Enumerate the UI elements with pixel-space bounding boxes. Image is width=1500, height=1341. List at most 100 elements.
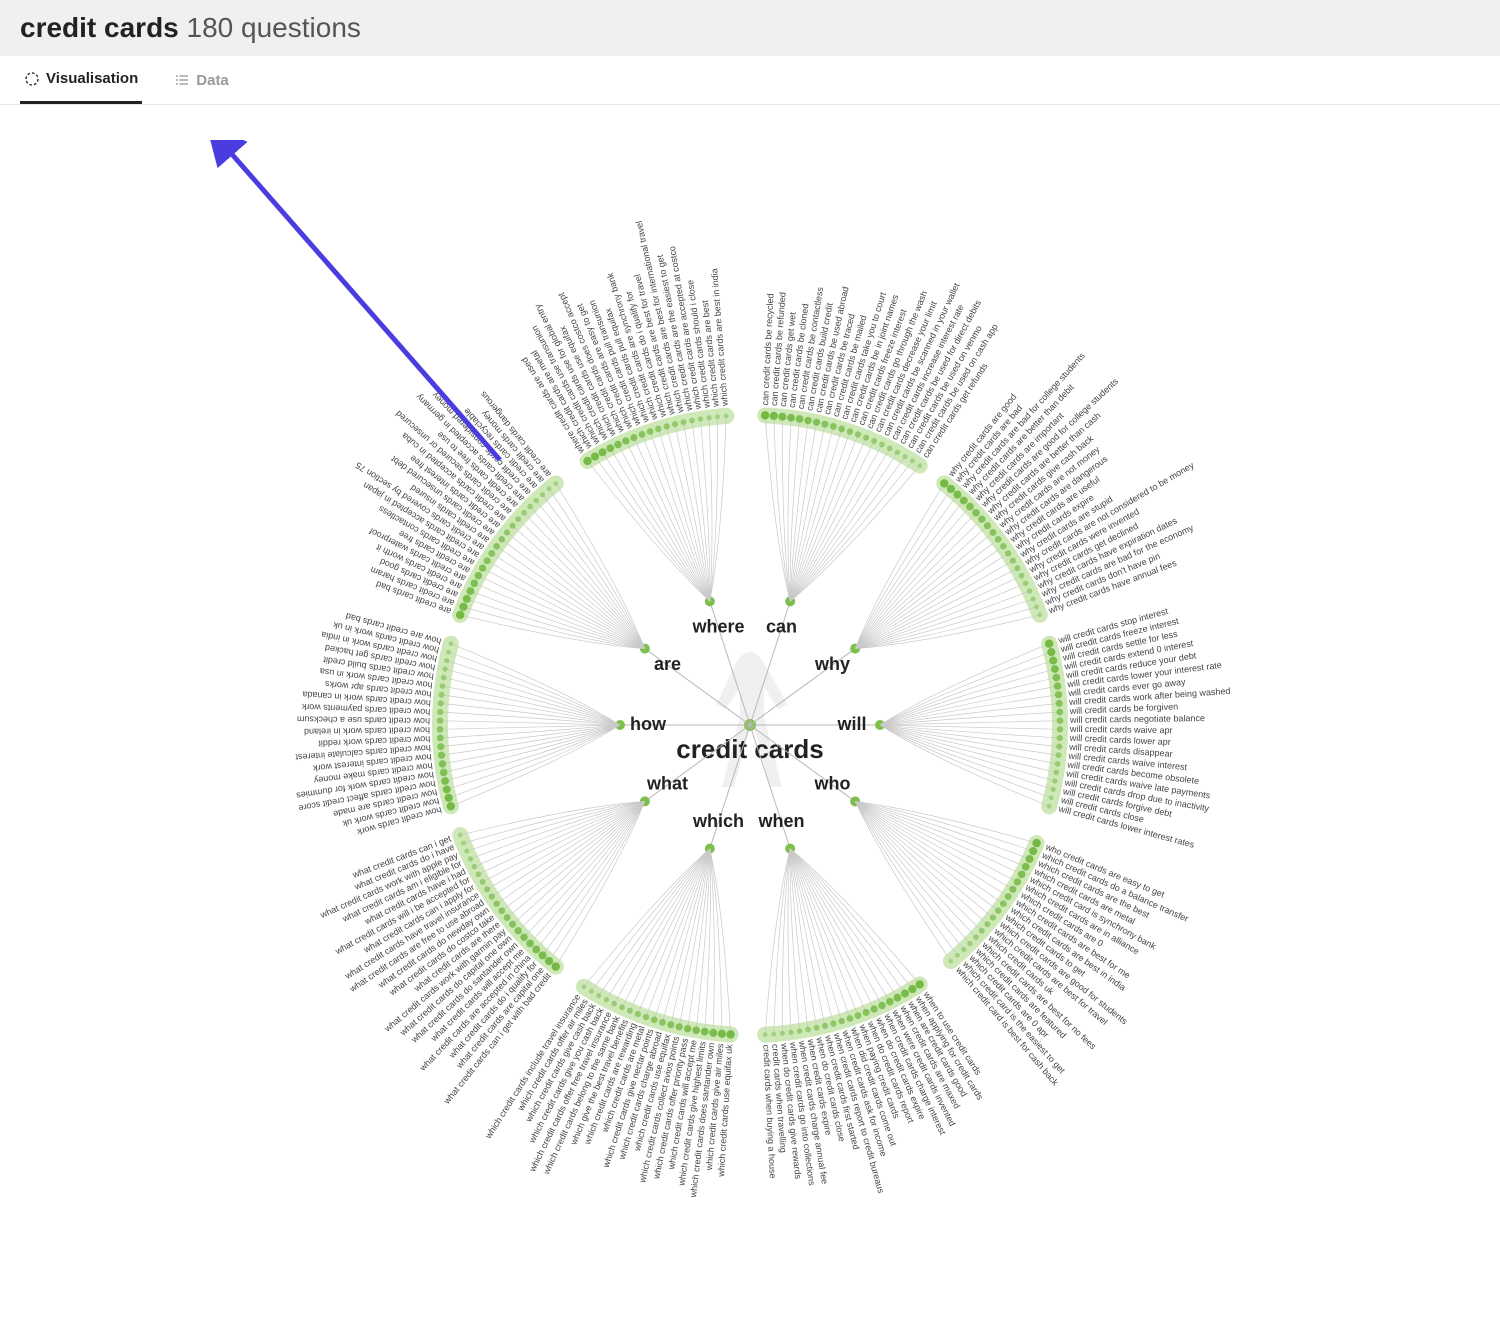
- leaf-node[interactable]: [947, 485, 955, 493]
- leaf-node[interactable]: [643, 1014, 649, 1020]
- leaf-node[interactable]: [475, 572, 482, 579]
- leaf-node[interactable]: [456, 611, 464, 619]
- leaf-node[interactable]: [973, 934, 979, 940]
- leaf-node[interactable]: [1049, 795, 1054, 800]
- leaf-node[interactable]: [467, 587, 475, 595]
- leaf-node[interactable]: [444, 658, 449, 663]
- leaf-node[interactable]: [627, 1008, 633, 1014]
- leaf-node[interactable]: [604, 997, 609, 1002]
- leaf-node[interactable]: [1055, 761, 1061, 767]
- leaf-node[interactable]: [706, 415, 711, 420]
- leaf-node[interactable]: [439, 760, 446, 767]
- leaf-node[interactable]: [830, 1020, 836, 1026]
- leaf-node[interactable]: [606, 444, 614, 452]
- leaf-node[interactable]: [1055, 691, 1062, 698]
- leaf-node[interactable]: [887, 446, 893, 452]
- leaf-node[interactable]: [863, 435, 869, 441]
- tab-visualisation[interactable]: Visualisation: [20, 56, 142, 104]
- leaf-node[interactable]: [484, 557, 491, 564]
- leaf-node[interactable]: [638, 431, 645, 438]
- leaf-node[interactable]: [463, 595, 471, 603]
- leaf-node[interactable]: [484, 886, 490, 892]
- leaf-node[interactable]: [439, 692, 445, 698]
- leaf-node[interactable]: [534, 498, 539, 503]
- leaf-node[interactable]: [438, 700, 444, 706]
- leaf-node[interactable]: [651, 1017, 658, 1024]
- leaf-node[interactable]: [830, 423, 837, 430]
- leaf-node[interactable]: [966, 503, 974, 511]
- leaf-node[interactable]: [468, 856, 473, 861]
- leaf-node[interactable]: [916, 980, 924, 988]
- leaf-node[interactable]: [647, 428, 654, 435]
- leaf-node[interactable]: [667, 1021, 674, 1028]
- leaf-node[interactable]: [995, 536, 1002, 543]
- leaf-node[interactable]: [438, 752, 445, 759]
- leaf-node[interactable]: [1014, 565, 1020, 571]
- leaf-node[interactable]: [581, 984, 586, 989]
- leaf-node[interactable]: [663, 423, 669, 429]
- leaf-node[interactable]: [545, 957, 553, 965]
- leaf-node[interactable]: [770, 412, 778, 420]
- leaf-node[interactable]: [1052, 778, 1057, 783]
- leaf-node[interactable]: [521, 510, 527, 516]
- leaf-node[interactable]: [461, 841, 466, 846]
- leaf-node[interactable]: [437, 743, 444, 750]
- leaf-node[interactable]: [440, 769, 448, 777]
- leaf-node[interactable]: [655, 426, 661, 432]
- leaf-node[interactable]: [805, 1027, 811, 1033]
- leaf-node[interactable]: [437, 735, 444, 742]
- leaf-node[interactable]: [591, 452, 599, 460]
- leaf-node[interactable]: [822, 1023, 828, 1029]
- leaf-node[interactable]: [437, 726, 444, 733]
- leaf-node[interactable]: [878, 1002, 885, 1009]
- leaf-node[interactable]: [489, 893, 495, 899]
- leaf-node[interactable]: [1029, 847, 1037, 855]
- leaf-node[interactable]: [520, 933, 527, 940]
- leaf-node[interactable]: [788, 1030, 793, 1035]
- leaf-node[interactable]: [1000, 900, 1007, 907]
- leaf-node[interactable]: [1051, 787, 1056, 792]
- tab-data[interactable]: Data: [170, 56, 233, 104]
- leaf-node[interactable]: [464, 848, 469, 853]
- leaf-node[interactable]: [475, 871, 481, 877]
- leaf-node[interactable]: [611, 1001, 617, 1007]
- leaf-node[interactable]: [458, 833, 463, 838]
- leaf-node[interactable]: [1031, 596, 1036, 601]
- leaf-node[interactable]: [472, 864, 478, 870]
- leaf-node[interactable]: [1023, 581, 1029, 587]
- leaf-node[interactable]: [443, 785, 451, 793]
- leaf-node[interactable]: [515, 927, 522, 934]
- leaf-node[interactable]: [689, 418, 695, 424]
- leaf-node[interactable]: [1057, 735, 1063, 741]
- leaf-node[interactable]: [871, 438, 877, 444]
- leaf-node[interactable]: [553, 481, 558, 486]
- leaf-node[interactable]: [526, 940, 534, 948]
- leaf-node[interactable]: [619, 1004, 625, 1010]
- leaf-node[interactable]: [532, 946, 540, 954]
- leaf-node[interactable]: [672, 421, 678, 427]
- leaf-node[interactable]: [681, 419, 687, 425]
- leaf-node[interactable]: [470, 579, 478, 587]
- leaf-node[interactable]: [1034, 604, 1039, 609]
- leaf-node[interactable]: [1010, 558, 1016, 564]
- leaf-node[interactable]: [539, 951, 547, 959]
- leaf-node[interactable]: [692, 1026, 700, 1034]
- leaf-node[interactable]: [847, 1015, 854, 1022]
- leaf-node[interactable]: [1056, 700, 1063, 707]
- leaf-node[interactable]: [895, 450, 900, 455]
- leaf-node[interactable]: [917, 463, 922, 468]
- leaf-node[interactable]: [1056, 744, 1062, 750]
- leaf-node[interactable]: [763, 1032, 768, 1037]
- leaf-node[interactable]: [1032, 839, 1040, 847]
- leaf-node[interactable]: [1047, 648, 1055, 656]
- leaf-node[interactable]: [552, 962, 560, 970]
- leaf-node[interactable]: [459, 603, 467, 611]
- leaf-node[interactable]: [684, 1025, 691, 1032]
- leaf-node[interactable]: [515, 516, 521, 522]
- leaf-node[interactable]: [498, 907, 505, 914]
- leaf-node[interactable]: [493, 900, 500, 907]
- leaf-node[interactable]: [445, 794, 453, 802]
- leaf-node[interactable]: [440, 683, 446, 689]
- leaf-node[interactable]: [1027, 588, 1032, 593]
- leaf-node[interactable]: [583, 457, 591, 465]
